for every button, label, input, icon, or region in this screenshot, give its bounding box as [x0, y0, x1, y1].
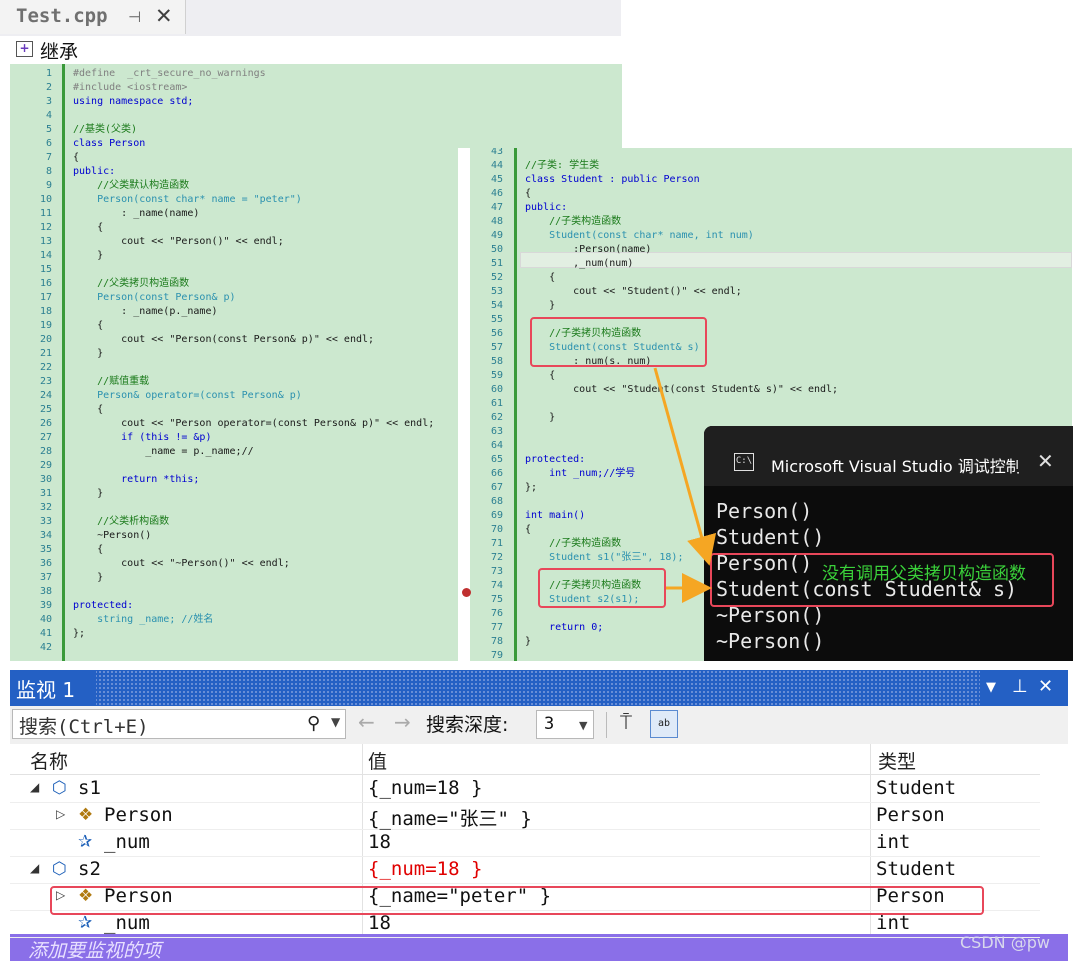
watermark: CSDN @pw — [960, 933, 1050, 952]
search-placeholder: 搜索(Ctrl+E) — [19, 716, 149, 738]
watch-header[interactable]: 监视 1 ▼ ⊥ ✕ — [10, 670, 1068, 706]
search-icon[interactable]: ⚲ — [307, 713, 320, 734]
collapse-icon[interactable]: ◢ — [30, 861, 39, 875]
object-icon: ⬡ — [52, 778, 67, 798]
watch-controls: ▼ ⊥ ✕ — [980, 670, 1068, 706]
base-class-icon: ❖ — [78, 805, 94, 825]
field-icon: ✰ — [78, 913, 93, 933]
column-header-value[interactable]: 值 — [368, 747, 387, 774]
add-watch-placeholder: 添加要监视的项 — [28, 940, 162, 962]
watch-value[interactable]: {_num=18 } — [368, 777, 482, 799]
column-header-name[interactable]: 名称 — [30, 747, 68, 774]
highlight-s2-person-row — [50, 886, 984, 915]
watch-window[interactable]: 监视 1 ▼ ⊥ ✕ 搜索(Ctrl+E) ⚲ ▼ ← → 搜索深度: 3 ▼ … — [10, 670, 1068, 962]
search-depth-select[interactable]: 3 ▼ — [536, 710, 594, 739]
arrow-right-icon[interactable]: → — [394, 710, 411, 734]
watch-value[interactable]: {_name="张三" } — [368, 804, 532, 831]
search-input[interactable]: 搜索(Ctrl+E) ⚲ ▼ — [12, 709, 346, 739]
add-watch-row[interactable]: 添加要监视的项 — [10, 934, 1068, 962]
chevron-down-icon[interactable]: ▼ — [579, 719, 587, 732]
watch-toolbar: 搜索(Ctrl+E) ⚲ ▼ ← → 搜索深度: 3 ▼ ⍑ ab — [10, 706, 1068, 744]
arrow-left-icon[interactable]: ← — [358, 710, 375, 734]
search-depth-label: 搜索深度: — [426, 714, 509, 736]
collapse-icon[interactable]: ◢ — [30, 780, 39, 794]
field-icon: ✰ — [78, 832, 93, 852]
arrow-copy-ctor — [653, 367, 717, 566]
watch-title-area: 监视 1 — [10, 670, 96, 706]
watch-title: 监视 1 — [16, 678, 76, 702]
search-depth-value: 3 — [544, 714, 555, 734]
watch-value[interactable]: {_num=18 } — [368, 858, 482, 880]
watch-row[interactable]: ◢ ⬡ s1 {_num=18 } Student — [10, 775, 1040, 803]
dropdown-icon[interactable]: ▼ — [986, 680, 996, 695]
object-icon: ⬡ — [52, 859, 67, 879]
pin-icon[interactable]: ⍑ — [620, 710, 632, 734]
watch-value[interactable]: 18 — [368, 831, 391, 853]
watch-type: Person — [876, 804, 945, 826]
column-header-row: 名称 值 类型 — [10, 744, 1040, 775]
watch-name: _num — [104, 912, 150, 934]
watch-name: s2 — [78, 858, 101, 880]
watch-row[interactable]: ◢ ⬡ s2 {_num=18 } Student — [10, 856, 1040, 884]
close-icon[interactable]: ✕ — [1038, 676, 1053, 697]
hex-display-icon[interactable]: ab — [650, 710, 678, 738]
watch-name: _num — [104, 831, 150, 853]
watch-type: int — [876, 831, 911, 853]
watch-type: Student — [876, 858, 957, 880]
watch-row[interactable]: ▷ ❖ Person {_name="张三" } Person — [10, 802, 1040, 830]
watch-name: Person — [104, 804, 173, 826]
watch-row[interactable]: ✰ _num 18 int — [10, 829, 1040, 857]
expand-icon[interactable]: ▷ — [56, 807, 65, 821]
watch-grid: 名称 值 类型 添加要监视的项 ◢ ⬡ s1 {_num=18 } Student ▷ ❖ P… — [10, 744, 1068, 962]
column-header-type[interactable]: 类型 — [878, 747, 916, 774]
watch-value[interactable]: 18 — [368, 912, 391, 934]
pin-icon[interactable]: ⊥ — [1012, 676, 1028, 697]
watch-type: Student — [876, 777, 957, 799]
watch-type: int — [876, 912, 911, 934]
toolbar-separator — [606, 712, 607, 738]
chevron-down-icon[interactable]: ▼ — [331, 715, 340, 729]
watch-name: s1 — [78, 777, 101, 799]
